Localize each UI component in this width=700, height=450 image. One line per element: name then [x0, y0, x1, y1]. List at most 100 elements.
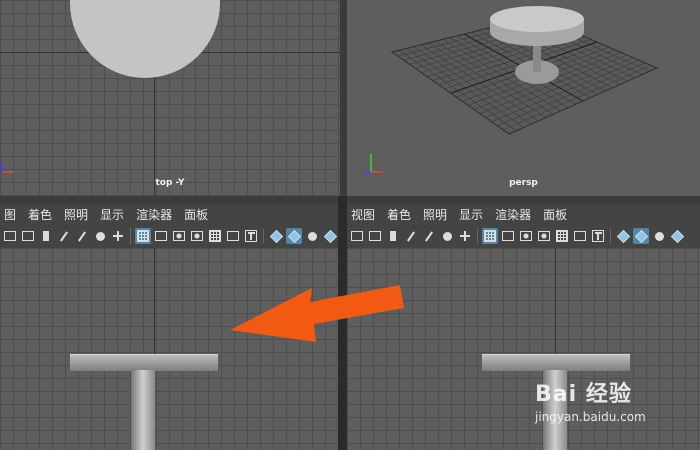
cylinder-stem-front[interactable]	[131, 370, 155, 450]
menu-panels[interactable]: 面板	[184, 206, 208, 223]
viewport-grid	[0, 248, 338, 450]
viewport-front[interactable]	[0, 248, 338, 450]
shaded-wireframe-icon[interactable]	[322, 228, 338, 244]
viewport-side[interactable]: Bai 经验 jingyan.baidu.com	[347, 248, 700, 450]
perspective-scene	[390, 6, 659, 135]
camera-select-icon[interactable]	[2, 228, 18, 244]
bookmark-icon[interactable]	[385, 228, 401, 244]
safe-action-icon[interactable]	[225, 228, 241, 244]
axis-gizmo-icon	[362, 154, 383, 177]
pan-zoom-icon-glyph	[95, 231, 105, 241]
panel-divider[interactable]	[338, 196, 347, 450]
camera-select-icon-glyph	[4, 231, 16, 241]
grease-pencil-icon[interactable]	[74, 228, 90, 244]
viewport-label-persp: persp	[509, 178, 538, 188]
panel-divider-top[interactable]	[340, 0, 347, 196]
safe-action-icon[interactable]	[572, 228, 588, 244]
pencil-icon[interactable]	[403, 228, 419, 244]
shaded-wireframe-icon[interactable]	[669, 228, 685, 244]
2d-pan-icon[interactable]	[110, 228, 126, 244]
grease-pencil-icon[interactable]	[421, 228, 437, 244]
menu-show[interactable]: 显示	[100, 206, 124, 223]
smooth-shade-icon[interactable]	[286, 228, 302, 244]
cylinder-top-side[interactable]	[482, 354, 630, 371]
bookmark-icon-glyph	[390, 231, 396, 241]
bookmark-icon-glyph	[43, 231, 49, 241]
menu-view[interactable]: 视图	[351, 206, 375, 223]
bookmark-icon[interactable]	[38, 228, 54, 244]
menu-shading[interactable]: 着色	[387, 206, 411, 223]
camera-attributes-icon[interactable]	[20, 228, 36, 244]
film-gate-icon[interactable]	[153, 228, 169, 244]
menu-shading[interactable]: 着色	[28, 206, 52, 223]
field-chart-icon-glyph	[209, 230, 221, 242]
2d-pan-icon-glyph	[113, 231, 123, 241]
safe-title-icon[interactable]	[243, 228, 259, 244]
viewport-label-top: top -Y	[155, 178, 185, 188]
cylinder-top-front[interactable]	[70, 354, 218, 371]
panel-menu-bar-left: 图 着色 照明 显示 渲染器 面板	[0, 204, 338, 224]
pan-zoom-icon[interactable]	[439, 228, 455, 244]
menu-lighting[interactable]: 照明	[64, 206, 88, 223]
safe-action-icon-glyph	[574, 231, 586, 241]
grid-icon[interactable]	[135, 228, 151, 244]
pencil-icon-glyph	[60, 230, 68, 242]
field-chart-icon[interactable]	[554, 228, 570, 244]
camera-attributes-icon[interactable]	[367, 228, 383, 244]
viewport-persp[interactable]: persp	[347, 0, 700, 196]
resolution-gate-icon-glyph	[173, 231, 185, 241]
menu-panels[interactable]: 面板	[543, 206, 567, 223]
panel-toolbar-right	[347, 224, 700, 248]
axis-gizmo-icon	[1, 162, 14, 173]
toolbar-separator	[130, 228, 131, 244]
gate-mask-icon-glyph	[538, 231, 550, 241]
film-gate-icon[interactable]	[500, 228, 516, 244]
camera-select-icon[interactable]	[349, 228, 365, 244]
menu-renderer[interactable]: 渲染器	[136, 206, 172, 223]
toolbar-separator	[610, 228, 611, 244]
camera-attributes-icon-glyph	[369, 231, 381, 241]
menu-show[interactable]: 显示	[459, 206, 483, 223]
resolution-gate-icon[interactable]	[171, 228, 187, 244]
film-gate-icon-glyph	[155, 231, 167, 241]
default-material-icon-glyph	[654, 231, 664, 241]
safe-title-icon-glyph	[245, 230, 257, 242]
safe-action-icon-glyph	[227, 231, 239, 241]
safe-title-icon-glyph	[592, 230, 604, 242]
menu-renderer[interactable]: 渲染器	[495, 206, 531, 223]
wireframe-icon[interactable]	[615, 228, 631, 244]
film-gate-icon-glyph	[502, 231, 514, 241]
wireframe-icon[interactable]	[268, 228, 284, 244]
default-material-icon[interactable]	[651, 228, 667, 244]
grid-icon-glyph	[137, 230, 149, 242]
pan-zoom-icon[interactable]	[92, 228, 108, 244]
menu-view[interactable]: 图	[4, 206, 16, 223]
smooth-shade-icon[interactable]	[633, 228, 649, 244]
resolution-gate-icon-glyph	[520, 231, 532, 241]
viewport-top[interactable]: top -Y	[0, 0, 340, 196]
shaded-wireframe-icon-glyph	[323, 229, 337, 243]
safe-title-icon[interactable]	[590, 228, 606, 244]
wireframe-icon-glyph	[616, 229, 630, 243]
gate-mask-icon[interactable]	[536, 228, 552, 244]
watermark-url: jingyan.baidu.com	[535, 410, 646, 424]
viewport-grid	[347, 248, 700, 450]
pencil-icon[interactable]	[56, 228, 72, 244]
grid-icon[interactable]	[482, 228, 498, 244]
menu-lighting[interactable]: 照明	[423, 206, 447, 223]
grease-pencil-icon-glyph	[425, 230, 433, 242]
toolbar-separator	[477, 228, 478, 244]
field-chart-icon[interactable]	[207, 228, 223, 244]
pencil-icon-glyph	[407, 230, 415, 242]
gate-mask-icon[interactable]	[189, 228, 205, 244]
grease-pencil-icon-glyph	[78, 230, 86, 242]
panel-toolbar-left	[0, 224, 338, 248]
camera-select-icon-glyph	[351, 231, 363, 241]
watermark: Bai 经验 jingyan.baidu.com	[535, 376, 646, 424]
resolution-gate-icon[interactable]	[518, 228, 534, 244]
2d-pan-icon[interactable]	[457, 228, 473, 244]
field-chart-icon-glyph	[556, 230, 568, 242]
default-material-icon[interactable]	[304, 228, 320, 244]
smooth-shade-icon-glyph	[634, 229, 648, 243]
camera-attributes-icon-glyph	[22, 231, 34, 241]
